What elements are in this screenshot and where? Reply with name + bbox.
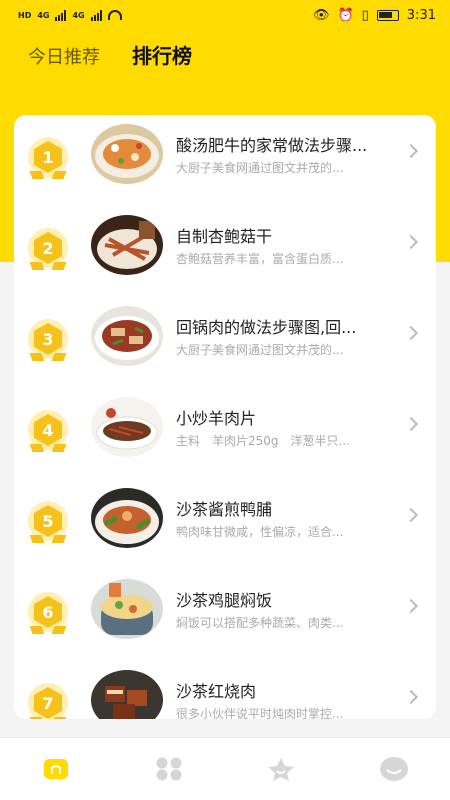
tab-today-recommend[interactable]: 今日推荐 — [28, 43, 100, 69]
chevron-right-icon — [403, 598, 419, 614]
rank-number: 4 — [34, 414, 62, 446]
rank-number: 5 — [34, 505, 62, 537]
rank-badge: 1 — [28, 137, 68, 179]
recipe-thumbnail — [91, 397, 163, 457]
rank-badge: 7 — [28, 683, 68, 719]
signal-icon-2 — [90, 9, 102, 21]
profile-face-icon — [379, 757, 408, 781]
chevron-right-icon — [403, 416, 419, 432]
recipe-title: 回锅肉的做法步骤图,回... — [176, 318, 357, 337]
rank-badge: 3 — [28, 319, 68, 361]
nav-favorite[interactable] — [261, 749, 301, 789]
recipe-desc: 很多小伙伴说平时炖肉时掌控... — [176, 707, 344, 719]
recipe-thumbnail — [91, 488, 163, 548]
list-item[interactable]: 6 沙茶鸡腿焖饭 焖饭可以搭配多种蔬菜、肉类... — [14, 576, 436, 667]
recipe-title: 沙茶鸡腿焖饭 — [176, 591, 273, 610]
list-item[interactable]: 2 自制杏鲍菇干 杏鲍菇营养丰富，富含蛋白质... — [14, 212, 436, 303]
wifi-icon — [107, 10, 122, 20]
network-label-2: 4G — [72, 10, 85, 20]
vibrate-icon: ▯ — [361, 7, 369, 23]
battery-icon — [376, 9, 399, 21]
nav-home[interactable] — [36, 749, 76, 789]
rank-badge: 5 — [28, 501, 68, 543]
recipe-desc: 焖饭可以搭配多种蔬菜、肉类... — [176, 616, 344, 630]
list-item[interactable]: 5 沙茶酱煎鸭脯 鸭肉味甘微咸，性偏凉，适合... — [14, 485, 436, 576]
top-tabs: 今日推荐 排行榜 — [28, 40, 192, 69]
hd-label: HD — [18, 10, 32, 20]
tab-ranking[interactable]: 排行榜 — [132, 40, 192, 69]
rank-number: 1 — [34, 141, 62, 173]
signal-icon — [55, 9, 67, 21]
alarm-icon: ⏰ — [337, 7, 354, 23]
list-item[interactable]: 3 回锅肉的做法步骤图,回... 大厨子美食网通过图文并茂的... — [14, 303, 436, 394]
nav-category[interactable] — [149, 749, 189, 789]
recipe-desc: 大厨子美食网通过图文并茂的... — [176, 343, 344, 357]
rank-badge: 2 — [28, 228, 68, 270]
category-grid-icon — [156, 757, 182, 781]
recipe-title: 自制杏鲍菇干 — [176, 227, 273, 246]
home-icon — [44, 759, 69, 779]
bottom-nav — [0, 737, 450, 800]
recipe-title: 沙茶红烧肉 — [176, 682, 257, 701]
chevron-right-icon — [403, 325, 419, 341]
status-bar: HD 4G 4G 👁 ⏰ ▯ 3:31 — [0, 0, 450, 30]
network-label-1: 4G — [37, 10, 50, 20]
list-item[interactable]: 7 沙茶红烧肉 很多小伙伴说平时炖肉时掌控... — [14, 667, 436, 719]
status-right: 👁 ⏰ ▯ 3:31 — [313, 8, 436, 23]
rank-number: 6 — [34, 596, 62, 628]
recipe-thumbnail — [91, 306, 163, 366]
star-icon — [268, 758, 295, 781]
rank-badge: 4 — [28, 410, 68, 452]
list-item[interactable]: 4 小炒羊肉片 主料 羊肉片250g 洋葱半只... — [14, 394, 436, 485]
chevron-right-icon — [403, 143, 419, 159]
recipe-title: 沙茶酱煎鸭脯 — [176, 500, 273, 519]
recipe-desc: 主料 羊肉片250g 洋葱半只... — [176, 434, 350, 448]
recipe-title: 小炒羊肉片 — [176, 409, 257, 428]
clock-time: 3:31 — [406, 7, 436, 23]
status-left: HD 4G 4G — [18, 9, 122, 21]
recipe-title: 酸汤肥牛的家常做法步骤... — [176, 136, 368, 155]
rank-number: 3 — [34, 323, 62, 355]
rank-badge: 6 — [28, 592, 68, 634]
list-item[interactable]: 1 酸汤肥牛的家常做法步骤... 大厨子美食网通过图文并茂的... — [14, 121, 436, 212]
nav-profile[interactable] — [374, 749, 414, 789]
chevron-right-icon — [403, 507, 419, 523]
chevron-right-icon — [403, 689, 419, 705]
recipe-thumbnail — [91, 670, 163, 719]
recipe-thumbnail — [91, 579, 163, 639]
rank-number: 7 — [34, 687, 62, 719]
eye-icon: 👁 — [312, 7, 330, 23]
ranking-list: 1 酸汤肥牛的家常做法步骤... 大厨子美食网通过图文并茂的... 2 自制杏鲍… — [14, 115, 436, 719]
rank-number: 2 — [34, 232, 62, 264]
recipe-thumbnail — [91, 215, 163, 275]
recipe-desc: 杏鲍菇营养丰富，富含蛋白质... — [176, 252, 344, 266]
chevron-right-icon — [403, 234, 419, 250]
recipe-desc: 鸭肉味甘微咸，性偏凉，适合... — [176, 525, 344, 539]
recipe-desc: 大厨子美食网通过图文并茂的... — [176, 161, 344, 175]
recipe-thumbnail — [91, 124, 163, 184]
